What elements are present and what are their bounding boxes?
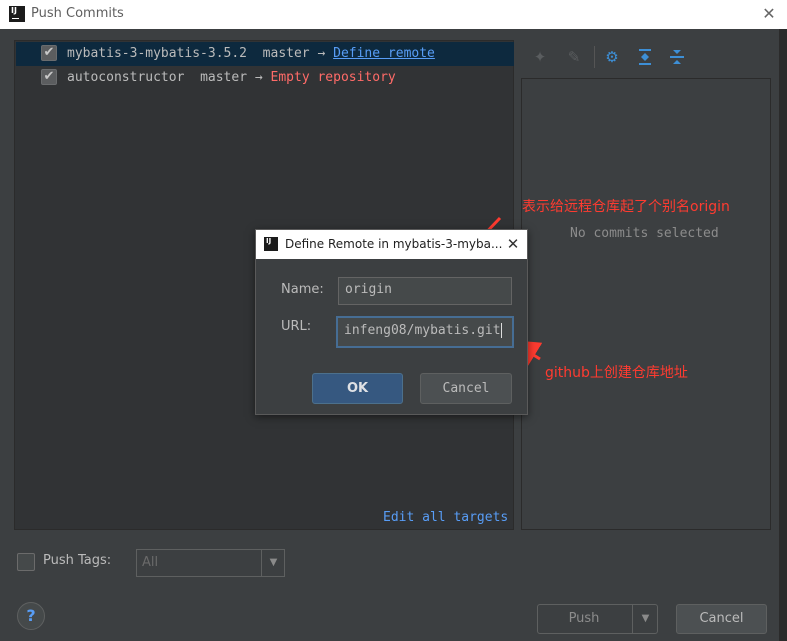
ok-button[interactable]: OK: [312, 373, 403, 404]
annotation-remote-alias: 表示给远程仓库起了个别名origin: [522, 199, 730, 215]
close-icon[interactable]: ✕: [505, 233, 521, 255]
url-label: URL:: [281, 319, 312, 334]
dialog-title: Define Remote in mybatis-3-myba...: [285, 237, 503, 251]
url-input[interactable]: infeng08/mybatis.git: [336, 316, 514, 348]
intellij-logo-icon: IJ: [264, 237, 278, 251]
annotation-github-url: github上创建仓库地址: [545, 365, 688, 381]
url-value: infeng08/mybatis.git: [344, 323, 501, 338]
define-remote-dialog: IJ Define Remote in mybatis-3-myba... ✕ …: [255, 229, 528, 415]
dialog-cancel-button[interactable]: Cancel: [420, 373, 512, 404]
dialog-title-bar: IJ Define Remote in mybatis-3-myba... ✕: [256, 230, 527, 259]
text-caret: [500, 323, 502, 338]
name-label: Name:: [281, 282, 324, 297]
name-input[interactable]: origin: [338, 277, 512, 305]
